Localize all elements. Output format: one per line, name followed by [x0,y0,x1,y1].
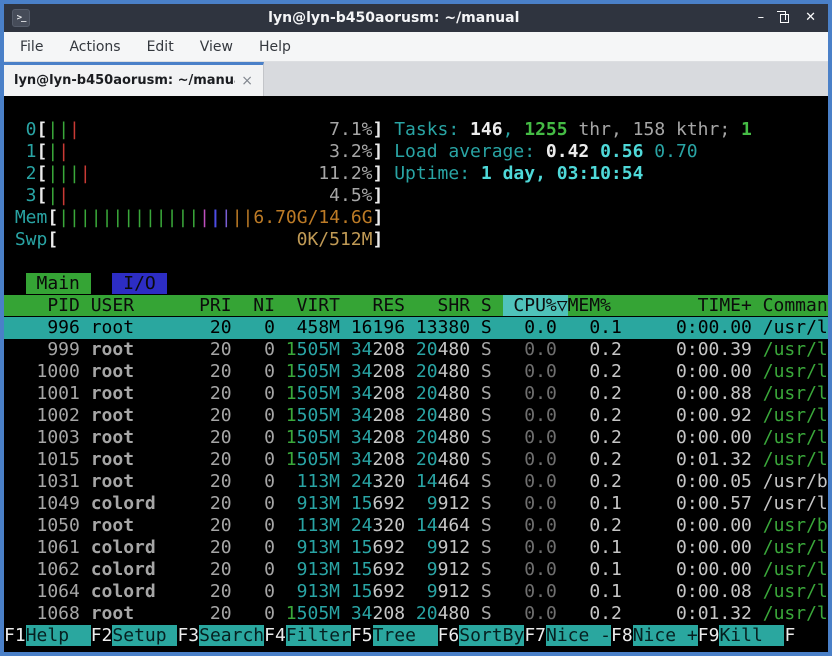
process-row-996[interactable]: 996 root 20 0 458M 16196 13380 S 0.0 0.1… [4,317,828,339]
blank-row [4,97,828,119]
window-title: lyn@lyn-b450aorusm: ~/manual [30,4,758,32]
cpu-meter-2: 2[|||| 11.2%] Uptime: 1 day, 03:10:54 [4,163,828,185]
process-row-1050[interactable]: 1050 root 20 0 113M 24320 14464 S 0.0 0.… [4,515,828,537]
swp-meter: Swp[ 0K/512M] [4,229,828,251]
process-row-1003[interactable]: 1003 root 20 0 1505M 34208 20480 S 0.0 0… [4,427,828,449]
column-header-pid[interactable]: PID [4,295,80,316]
fkey-f8[interactable]: F8Nice + [611,625,698,646]
column-header-res[interactable]: RES [340,295,405,316]
cpu-meter-0: 0[||| 7.1%] Tasks: 146, 1255 thr, 158 kt… [4,119,828,141]
process-row-1061[interactable]: 1061 colord 20 0 913M 15692 9912 S 0.0 0… [4,537,828,559]
fkey-f3[interactable]: F3Search [177,625,264,646]
process-row-1002[interactable]: 1002 root 20 0 1505M 34208 20480 S 0.0 0… [4,405,828,427]
fkey-f2[interactable]: F2Setup [91,625,178,646]
fkey-f1[interactable]: F1Help [4,625,91,646]
titlebar: >_ lyn@lyn-b450aorusm: ~/manual – ✕ [4,4,828,32]
minimize-button[interactable]: – [758,4,765,32]
mem-meter: Mem[||||||||||||||||||6.70G/14.6G] [4,207,828,229]
htop-tab-io[interactable]: I/O [112,273,166,294]
fkey-f7[interactable]: F7Nice - [524,625,611,646]
process-row-1015[interactable]: 1015 root 20 0 1505M 34208 20480 S 0.0 0… [4,449,828,471]
cpu-meter-bar-1: 1[|| 3.2%] [4,141,383,162]
fkey-f4[interactable]: F4Filter [264,625,351,646]
function-key-bar: F1Help F2Setup F3SearchF4FilterF5Tree F6… [4,625,828,647]
fkey-f5[interactable]: F5Tree [351,625,438,646]
restore-button[interactable] [780,14,789,23]
menu-item-file[interactable]: File [20,39,43,55]
menu-item-actions[interactable]: Actions [69,39,120,55]
column-header-shr[interactable]: SHR [405,295,470,316]
menu-item-help[interactable]: Help [259,39,291,55]
cpu-meter-3: 3[|| 4.5%] [4,185,828,207]
column-header-command[interactable]: Comman [763,295,828,316]
load-average: Load average: 0.42 0.56 0.70 [394,141,697,162]
cpu-meter-bar-2: 2[|||| 11.2%] [4,163,383,184]
htop-tab-main[interactable]: Main [26,273,91,294]
menu-item-edit[interactable]: Edit [147,39,174,55]
column-header-time[interactable]: TIME+ [622,295,752,316]
column-header-state[interactable]: S [470,295,503,316]
process-row-1001[interactable]: 1001 root 20 0 1505M 34208 20480 S 0.0 0… [4,383,828,405]
column-header-cpu-sort[interactable]: CPU%▽ [503,295,568,316]
tab-close-icon[interactable]: × [241,73,253,89]
process-table-header: PID USER PRI NI VIRT RES SHR S CPU%▽MEM%… [4,295,828,317]
menu-item-view[interactable]: View [200,39,233,55]
tab-title: lyn@lyn-b450aorusm: ~/manual [14,73,235,88]
uptime: Uptime: 1 day, 03:10:54 [394,163,643,184]
process-row-999[interactable]: 999 root 20 0 1505M 34208 20480 S 0.0 0.… [4,339,828,361]
tabbar: lyn@lyn-b450aorusm: ~/manual × [4,62,828,96]
process-row-1062[interactable]: 1062 colord 20 0 913M 15692 9912 S 0.0 0… [4,559,828,581]
fkey-f10-partial[interactable]: F [784,625,795,646]
process-row-1049[interactable]: 1049 colord 20 0 913M 15692 9912 S 0.0 0… [4,493,828,515]
fkey-f6[interactable]: F6SortBy [438,625,525,646]
blank-row [4,251,828,273]
process-row-1031[interactable]: 1031 root 20 0 113M 24320 14464 S 0.0 0.… [4,471,828,493]
column-header-ni[interactable]: NI [232,295,275,316]
process-row-1068[interactable]: 1068 root 20 0 1505M 34208 20480 S 0.0 0… [4,603,828,625]
cpu-meter-bar-3: 3[|| 4.5%] [4,185,383,206]
column-header-user[interactable]: USER [91,295,199,316]
terminal-window: >_ lyn@lyn-b450aorusm: ~/manual – ✕ File… [0,0,832,656]
menubar: File Actions Edit View Help [4,32,828,62]
cpu-meter-1: 1[|| 3.2%] Load average: 0.42 0.56 0.70 [4,141,828,163]
window-controls: – ✕ [758,4,820,32]
cpu-meter-bar-0: 0[||| 7.1%] [4,119,383,140]
column-header-mem[interactable]: MEM% [568,295,622,316]
process-row-1064[interactable]: 1064 colord 20 0 913M 15692 9912 S 0.0 0… [4,581,828,603]
process-row-1000[interactable]: 1000 root 20 0 1505M 34208 20480 S 0.0 0… [4,361,828,383]
tasks-summary: Tasks: 146, 1255 thr, 158 kthr; 1 [394,119,752,140]
fkey-f9[interactable]: F9Kill [698,625,785,646]
terminal-app-icon: >_ [12,9,30,27]
column-header-virt[interactable]: VIRT [275,295,340,316]
htop-screen-tabs: Main I/O [4,273,828,295]
close-button[interactable]: ✕ [805,4,816,32]
terminal-tab[interactable]: lyn@lyn-b450aorusm: ~/manual × [4,62,264,96]
terminal-screen[interactable]: 0[||| 7.1%] Tasks: 146, 1255 thr, 158 kt… [4,96,828,652]
column-header-pri[interactable]: PRI [199,295,232,316]
